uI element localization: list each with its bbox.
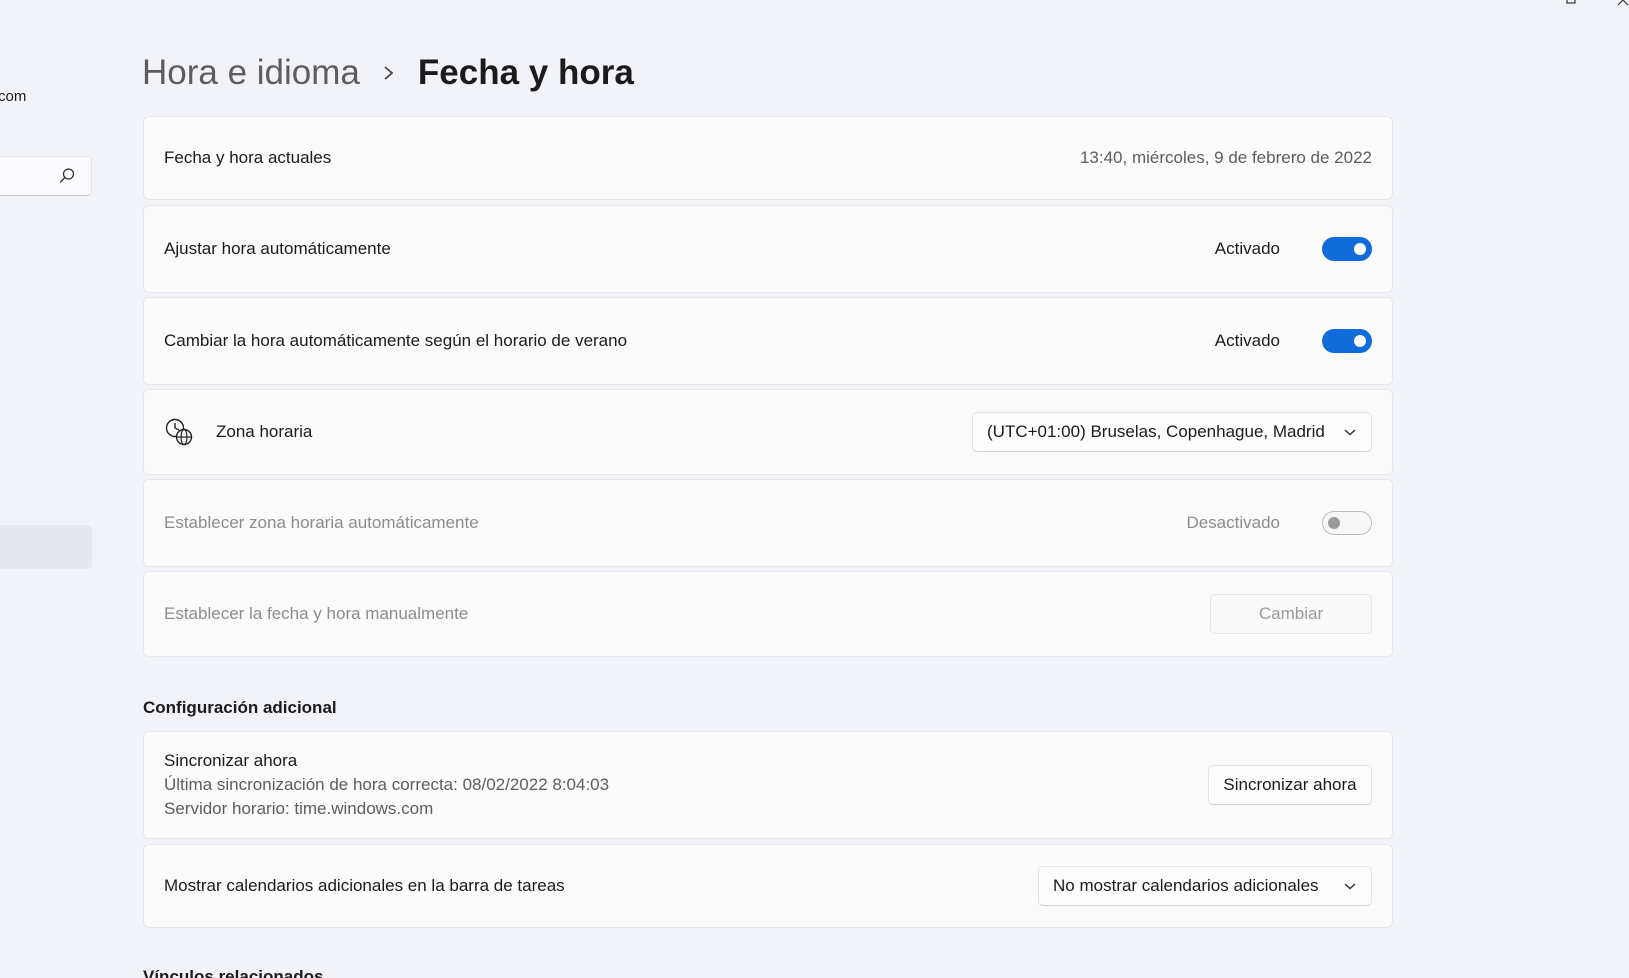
dst-state: Activado <box>1214 331 1280 350</box>
settings-page: com Hora e idioma Fecha y hora Fecha y h… <box>0 0 1629 978</box>
auto-timezone-toggle[interactable] <box>1322 511 1372 535</box>
search-icon[interactable] <box>57 166 77 186</box>
current-datetime-card: Fecha y hora actuales 13:40, miércoles, … <box>143 116 1393 200</box>
timezone-selected: (UTC+01:00) Bruselas, Copenhague, Madrid… <box>987 422 1325 441</box>
manual-datetime-card: Establecer la fecha y hora manualmente C… <box>143 571 1393 657</box>
auto-timezone-state: Desactivado <box>1186 513 1280 532</box>
current-datetime-label: Fecha y hora actuales <box>164 148 332 167</box>
auto-timezone-label: Establecer zona horaria automáticamente <box>164 513 479 532</box>
chevron-down-icon <box>1344 883 1356 890</box>
calendars-selected: No mostrar calendarios adicionales <box>1053 876 1319 895</box>
auto-time-label: Ajustar hora automáticamente <box>164 239 391 258</box>
auto-timezone-card: Establecer zona horaria automáticamente … <box>143 479 1393 567</box>
page-title: Fecha y hora <box>417 53 634 92</box>
sync-info: Sincronizar ahora Última sincronización … <box>164 751 1208 819</box>
sync-server: Servidor horario: time.windows.com <box>164 799 434 818</box>
auto-time-toggle[interactable] <box>1322 237 1372 261</box>
section-title-additional: Configuración adicional <box>143 698 337 717</box>
close-icon[interactable] <box>1617 0 1629 6</box>
related-links-heading: Vínculos relacionados <box>143 967 324 978</box>
sync-now-button[interactable]: Sincronizar ahora <box>1208 765 1372 805</box>
breadcrumb: Hora e idioma Fecha y hora <box>142 48 634 98</box>
sync-card: Sincronizar ahora Última sincronización … <box>143 731 1393 839</box>
dst-label: Cambiar la hora automáticamente según el… <box>164 331 628 350</box>
change-button[interactable]: Cambiar <box>1210 594 1372 634</box>
dst-card: Cambiar la hora automáticamente según el… <box>143 297 1393 385</box>
auto-time-state: Activado <box>1214 239 1280 258</box>
sidebar-item-selected[interactable] <box>0 525 92 569</box>
timezone-label: Zona horaria <box>216 422 313 441</box>
chevron-right-icon <box>384 66 394 80</box>
current-datetime-value: 13:40, miércoles, 9 de febrero de 2022 <box>1079 148 1372 167</box>
manual-datetime-label: Establecer la fecha y hora manualmente <box>164 604 469 623</box>
search-input[interactable] <box>0 156 92 196</box>
chevron-down-icon <box>1344 429 1356 436</box>
restore-icon[interactable] <box>1565 0 1577 6</box>
auto-time-card: Ajustar hora automáticamente Activado <box>143 205 1393 293</box>
sync-title: Sincronizar ahora <box>164 751 298 770</box>
account-email: com <box>0 88 27 105</box>
timezone-dropdown[interactable]: (UTC+01:00) Bruselas, Copenhague, Madrid… <box>972 412 1372 452</box>
breadcrumb-parent[interactable]: Hora e idioma <box>142 53 360 93</box>
calendars-label: Mostrar calendarios adicionales en la ba… <box>164 876 565 895</box>
calendars-dropdown[interactable]: No mostrar calendarios adicionales <box>1038 866 1372 906</box>
dst-toggle[interactable] <box>1322 329 1372 353</box>
clock-globe-icon <box>165 418 193 446</box>
sync-last: Última sincronización de hora correcta: … <box>164 775 610 794</box>
timezone-card: Zona horaria (UTC+01:00) Bruselas, Copen… <box>143 389 1393 475</box>
calendars-card: Mostrar calendarios adicionales en la ba… <box>143 844 1393 928</box>
